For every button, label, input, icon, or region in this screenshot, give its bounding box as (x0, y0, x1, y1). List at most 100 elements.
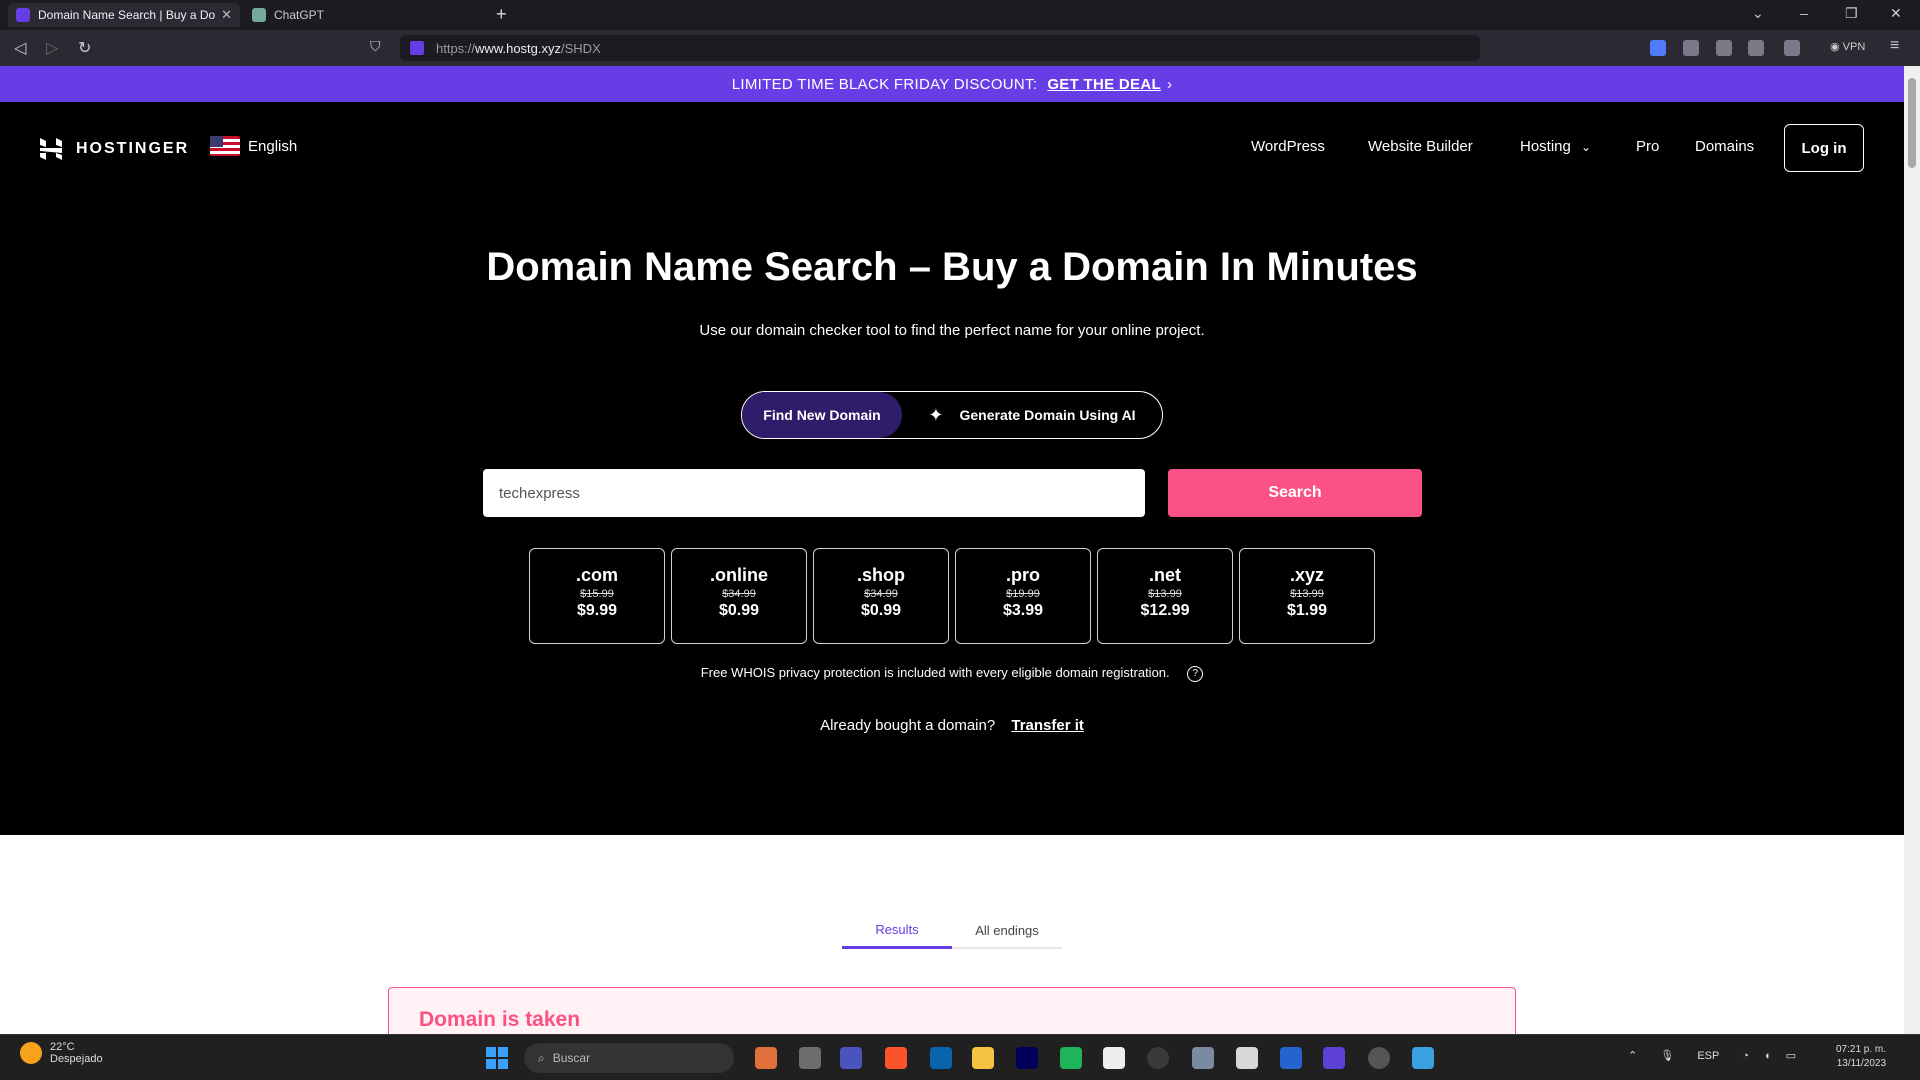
us-flag-icon (210, 136, 240, 156)
music-icon[interactable] (1716, 40, 1732, 56)
login-button[interactable]: Log in (1784, 124, 1864, 172)
teams-icon[interactable] (840, 1047, 862, 1069)
nav-wordpress[interactable]: WordPress (1251, 138, 1325, 155)
brave-browser-icon[interactable] (885, 1047, 907, 1069)
weather-widget[interactable]: 22°C Despejado (20, 1041, 103, 1065)
find-new-domain-button[interactable]: Find New Domain (742, 392, 902, 438)
page-content: HOSTINGER English WordPress Website Buil… (0, 102, 1904, 1047)
taskbar-clock[interactable]: 07:21 p. m. 13/11/2023 (1836, 1043, 1886, 1071)
page-scrollbar[interactable] (1904, 66, 1920, 1034)
reload-icon[interactable]: ↻ (78, 38, 91, 58)
weather-temp: 22°C (50, 1041, 75, 1053)
address-bar[interactable]: https://www.hostg.xyz/SHDX (400, 35, 1480, 61)
translate-icon[interactable] (1650, 40, 1666, 56)
taskbar-search[interactable]: ⌕ Buscar (524, 1043, 734, 1073)
nav-domains[interactable]: Domains (1695, 138, 1754, 155)
sidebar-icon[interactable] (1748, 40, 1764, 56)
todo-icon[interactable] (1280, 1047, 1302, 1069)
clock-date: 13/11/2023 (1836, 1058, 1887, 1069)
obs-icon[interactable] (1368, 1047, 1390, 1069)
tld-card-pro[interactable]: .pro $19.99 $3.99 (955, 548, 1091, 644)
tld-name: .net (1148, 565, 1181, 585)
premiere-pro-icon[interactable] (1016, 1047, 1038, 1069)
tab-title: Domain Name Search | Buy a Do (38, 8, 216, 22)
forward-icon[interactable]: ▷ (46, 38, 58, 58)
tld-new-price: $0.99 (860, 602, 902, 619)
tab-all-endings[interactable]: All endings (952, 913, 1062, 949)
language-label: English (248, 137, 298, 155)
generate-ai-label: Generate Domain Using AI (959, 407, 1136, 423)
transfer-prompt: Already bought a domain? Transfer it (0, 717, 1904, 734)
tld-card-shop[interactable]: .shop $34.99 $0.99 (813, 548, 949, 644)
mail-icon[interactable] (930, 1047, 952, 1069)
browser-tab-bar: Domain Name Search | Buy a Do ✕ ChatGPT … (0, 0, 1920, 30)
hostinger-logo[interactable]: HOSTINGER (38, 136, 189, 162)
tab-chatgpt[interactable]: ChatGPT (244, 3, 484, 27)
results-section: Results All endings Domain is taken (0, 835, 1904, 1047)
task-view-icon[interactable] (799, 1047, 821, 1069)
capcut-icon[interactable] (1103, 1047, 1125, 1069)
generate-domain-ai-button[interactable]: ✦ Generate Domain Using AI (902, 392, 1162, 438)
tab-list-icon[interactable]: ⌄ (1752, 5, 1764, 22)
scrollbar-thumb[interactable] (1908, 78, 1916, 168)
sparkle-icon: ✦ (928, 404, 944, 425)
search-mode-toggle: Find New Domain ✦ Generate Domain Using … (741, 391, 1163, 439)
url-host: www.hostg.xyz (475, 40, 562, 56)
nav-hosting[interactable]: Hosting ⌄ (1520, 138, 1591, 155)
help-icon[interactable]: ? (1187, 665, 1204, 682)
close-tab-icon[interactable]: ✕ (221, 7, 232, 23)
taskbar-search-label: Buscar (552, 1051, 591, 1065)
tld-card-com[interactable]: .com $15.99 $9.99 (529, 548, 665, 644)
copilot-icon[interactable] (755, 1047, 777, 1069)
tab-results[interactable]: Results (842, 913, 952, 949)
file-explorer-icon[interactable] (972, 1047, 994, 1069)
tld-card-net[interactable]: .net $13.99 $12.99 (1097, 548, 1233, 644)
wifi-icon: ◔ (1742, 1050, 1749, 1062)
page-title: Domain Name Search – Buy a Domain In Min… (486, 245, 1418, 289)
weather-desc: Despejado (50, 1053, 103, 1065)
tld-new-price: $1.99 (1286, 602, 1328, 619)
tld-new-price: $12.99 (1140, 602, 1190, 619)
tld-old-price: $15.99 (580, 588, 614, 600)
start-icon[interactable] (486, 1047, 508, 1069)
vpn-button[interactable]: ◉ VPN (1830, 40, 1865, 53)
minimize-icon[interactable]: – (1800, 5, 1808, 21)
new-tab-icon[interactable]: + (496, 4, 507, 25)
tld-new-price: $3.99 (1002, 602, 1044, 619)
tld-old-price: $13.99 (1290, 588, 1324, 600)
windows-taskbar: 22°C Despejado ⌕ Buscar ⌃ 🎙 ESP ◔ ◖ ▭ 07… (0, 1034, 1920, 1080)
language-selector[interactable]: English (210, 136, 297, 156)
camtasia-icon[interactable] (1060, 1047, 1082, 1069)
bookmark-icon[interactable]: ⛉ (370, 38, 381, 55)
tld-old-price: $19.99 (1006, 588, 1040, 600)
domain-search-input[interactable] (483, 469, 1145, 517)
browser-toolbar: ◁ ▷ ↻ ⛉ https://www.hostg.xyz/SHDX ◉ VPN… (0, 30, 1920, 66)
menu-icon[interactable]: ≡ (1890, 37, 1899, 55)
display-icon[interactable] (1412, 1047, 1434, 1069)
tld-new-price: $0.99 (718, 602, 760, 619)
system-tray[interactable]: ⌃ 🎙 ESP ◔ ◖ ▭ (1628, 1049, 1796, 1062)
close-window-icon[interactable]: ✕ (1890, 5, 1902, 22)
chrome-icon[interactable] (1147, 1047, 1169, 1069)
transfer-link[interactable]: Transfer it (1011, 717, 1084, 734)
store-icon[interactable] (1236, 1047, 1258, 1069)
app-icon[interactable] (1323, 1047, 1345, 1069)
get-deal-link[interactable]: GET THE DEAL (1047, 76, 1161, 93)
nav-website-builder[interactable]: Website Builder (1368, 138, 1473, 155)
volume-icon: ◖ (1763, 1050, 1771, 1062)
battery-icon: ▭ (1785, 1050, 1797, 1062)
back-icon[interactable]: ◁ (14, 38, 26, 58)
tld-old-price: $13.99 (1148, 588, 1182, 600)
page-subtitle: Use our domain checker tool to find the … (699, 322, 1205, 339)
maximize-icon[interactable]: ❐ (1845, 5, 1858, 22)
extension-icon[interactable] (1683, 40, 1699, 56)
tab-domain-search[interactable]: Domain Name Search | Buy a Do ✕ (8, 3, 240, 27)
url-path: /SHDX (561, 40, 601, 56)
search-button[interactable]: Search (1168, 469, 1422, 517)
wallet-icon[interactable] (1784, 40, 1800, 56)
settings-icon[interactable] (1192, 1047, 1214, 1069)
tld-card-xyz[interactable]: .xyz $13.99 $1.99 (1239, 548, 1375, 644)
nav-pro[interactable]: Pro (1636, 138, 1659, 155)
tld-card-online[interactable]: .online $34.99 $0.99 (671, 548, 807, 644)
sun-icon (20, 1042, 42, 1064)
